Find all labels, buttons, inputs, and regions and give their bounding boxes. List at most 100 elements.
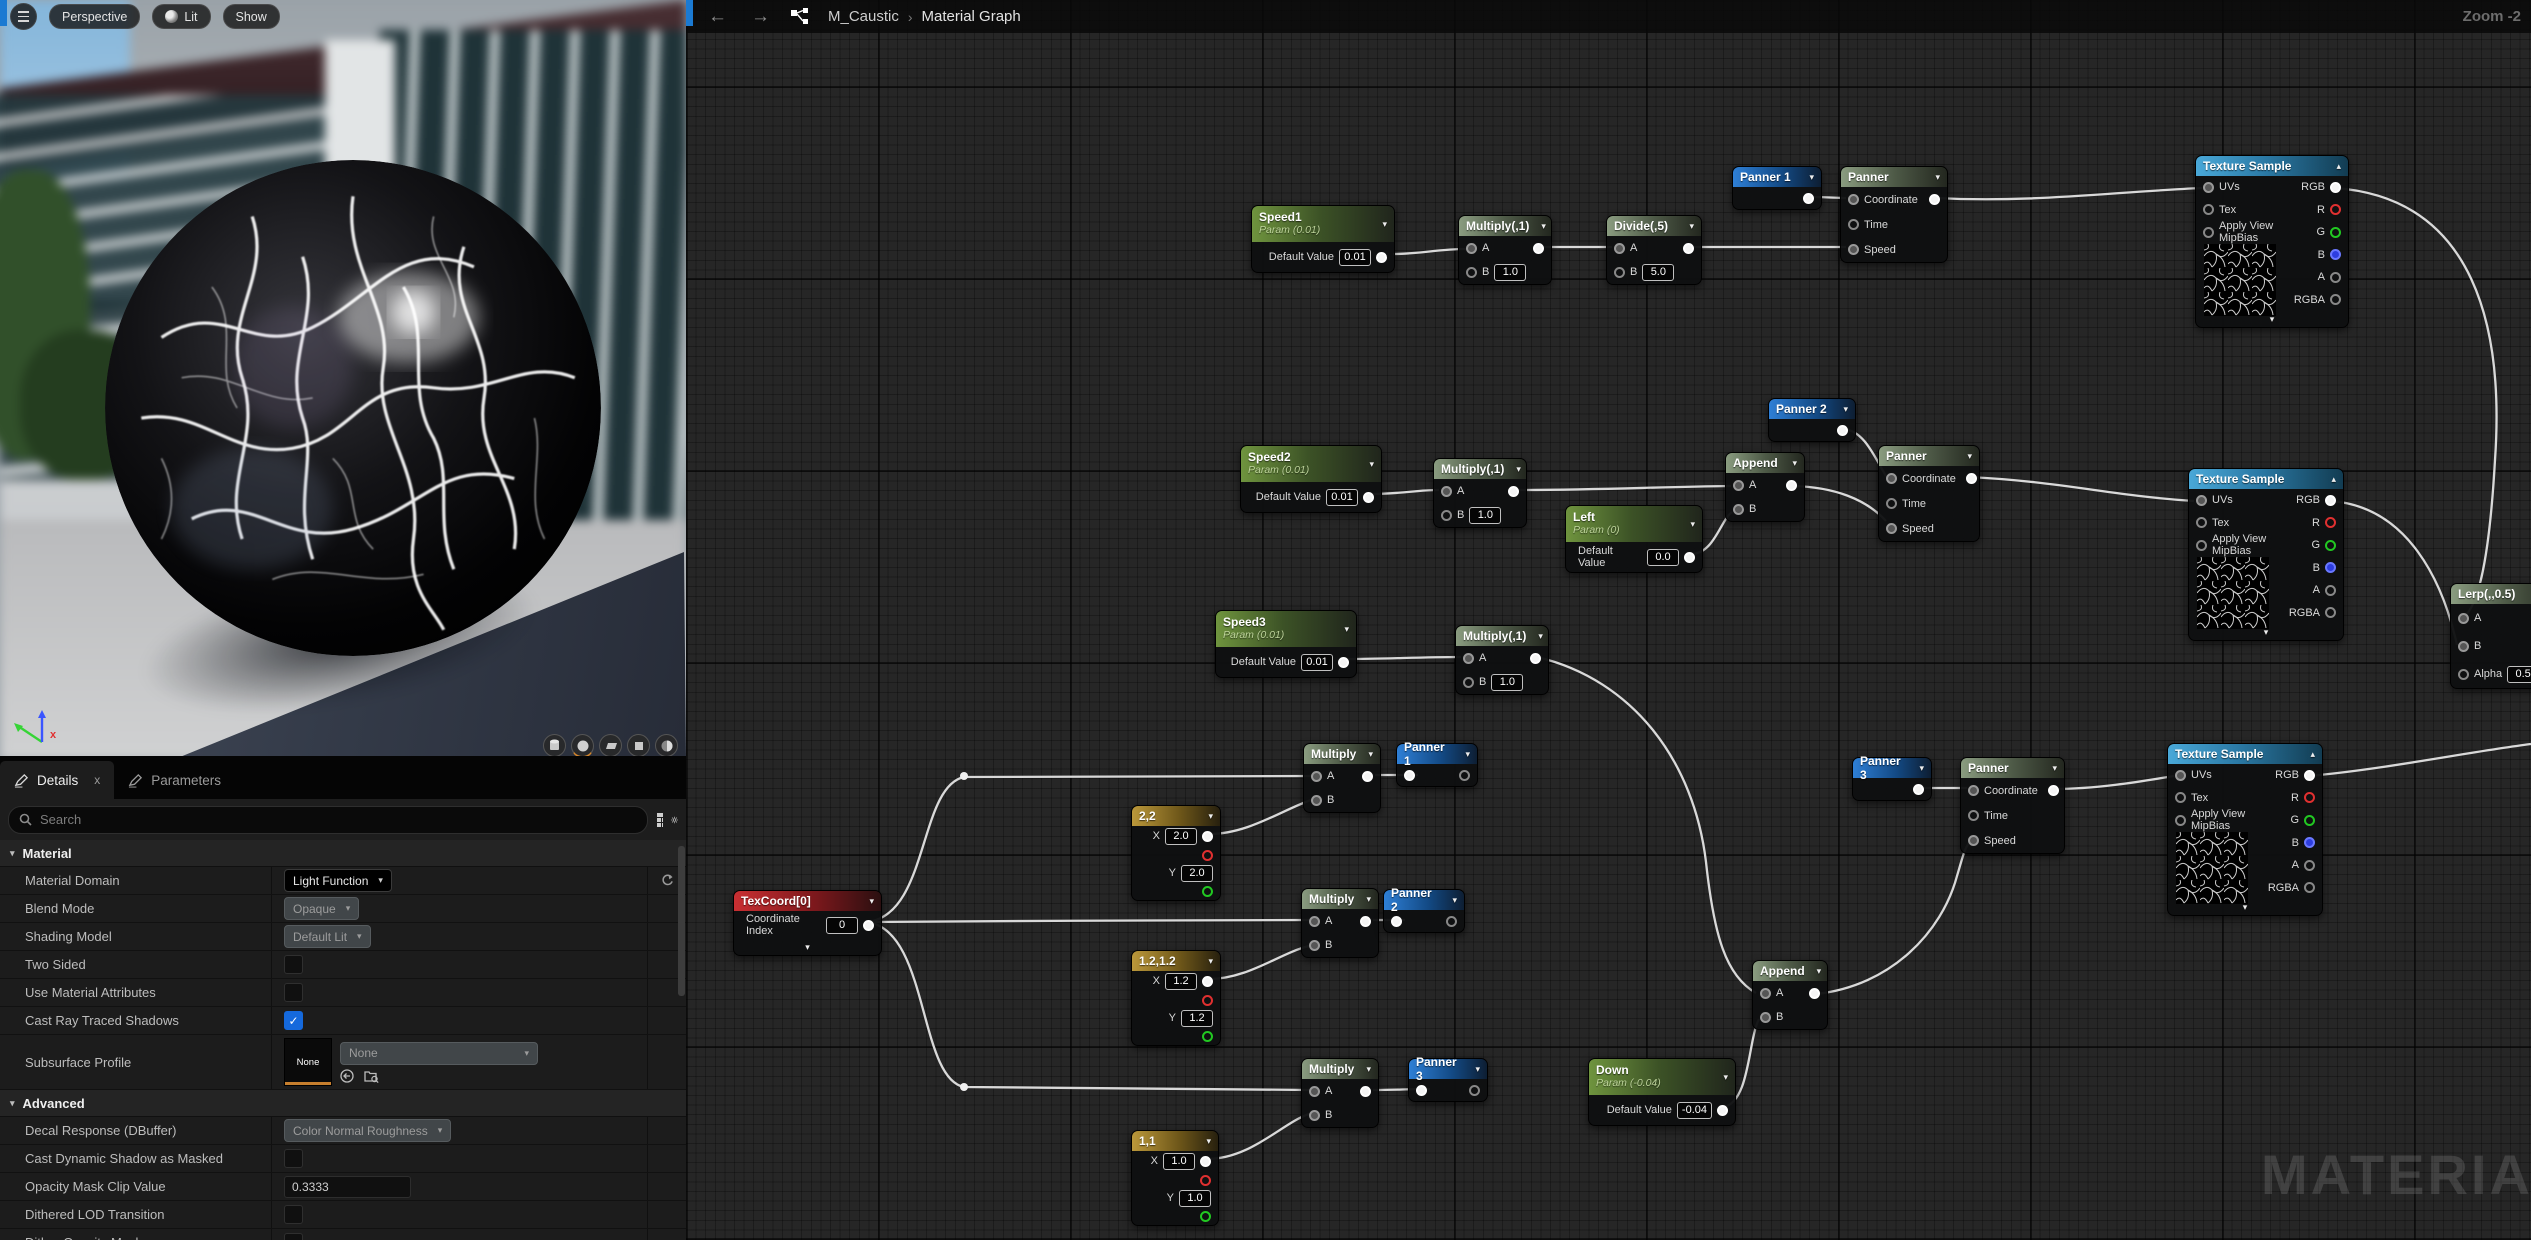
node-pan1u[interactable]: Panner 1▾ [1732, 166, 1822, 210]
dither-opacity-mask-checkbox[interactable] [284, 1233, 303, 1240]
output-pin[interactable] [1360, 916, 1371, 927]
input-pin-a[interactable] [2458, 613, 2469, 624]
input-pin-tex[interactable] [2203, 204, 2214, 215]
output-pin[interactable] [1469, 1085, 1480, 1096]
preview-sphere[interactable] [101, 156, 605, 660]
input-pin-a[interactable] [1311, 771, 1322, 782]
output-pin[interactable] [1363, 492, 1374, 503]
input-pin-tex[interactable] [2196, 517, 2207, 528]
viewport-menu-button[interactable] [10, 3, 37, 30]
close-icon[interactable]: x [94, 773, 100, 787]
input-pin-apply-view-mipbias[interactable] [2203, 227, 2214, 238]
node-app1[interactable]: Append▾AB [1725, 452, 1805, 522]
node-speed3[interactable]: Speed3Param (0.01)▾Default Value0.01 [1215, 610, 1357, 678]
output-pin[interactable] [1446, 916, 1457, 927]
output-pin[interactable] [1376, 252, 1387, 263]
default-value-box[interactable]: -0.04 [1677, 1102, 1712, 1119]
shading-model-dropdown[interactable]: Default Lit▾ [284, 925, 371, 948]
two-sided-checkbox[interactable] [284, 955, 303, 974]
input-pin-time[interactable] [1968, 810, 1979, 821]
input-pin-b[interactable] [1441, 510, 1452, 521]
section-material[interactable]: ▾ Material [0, 840, 686, 867]
output-pin-rgb[interactable] [2304, 770, 2315, 781]
output-pin-r[interactable] [2304, 792, 2315, 803]
forward-button[interactable]: → [751, 6, 770, 28]
input-pin[interactable] [1404, 770, 1415, 781]
input-pin-time[interactable] [1886, 498, 1897, 509]
output-pin-g[interactable] [1202, 1031, 1213, 1042]
input-pin-apply-view-mipbias[interactable] [2175, 815, 2186, 826]
output-pin[interactable] [1717, 1105, 1728, 1116]
subsurface-profile-thumbnail[interactable]: None [284, 1038, 332, 1086]
tab-details[interactable]: Details x [0, 761, 114, 799]
default-value-box[interactable]: 0.0 [1647, 549, 1679, 566]
node-left[interactable]: LeftParam (0)▾Default Value0.0 [1565, 505, 1703, 573]
node-ts3[interactable]: Texture Sample▴UVsRGBTexRApply View MipB… [2167, 743, 2323, 916]
input-pin-a[interactable] [1309, 1086, 1320, 1097]
input-pin-a[interactable] [1760, 988, 1771, 999]
output-pin[interactable] [1202, 976, 1213, 987]
plane-shape-button[interactable] [599, 734, 622, 756]
node-mul3[interactable]: Multiply(,1)▾AB1.0 [1455, 625, 1549, 695]
cylinder-shape-button[interactable] [543, 734, 566, 756]
node-mulB[interactable]: Multiply▾AB [1301, 888, 1379, 958]
node-c11[interactable]: 1,1▾X1.0Y1.0 [1131, 1130, 1219, 1226]
output-pin[interactable] [1929, 194, 1940, 205]
output-pin[interactable] [1200, 1156, 1211, 1167]
input-pin-time[interactable] [1848, 219, 1859, 230]
node-pan3u[interactable]: Panner 3▾ [1852, 757, 1932, 801]
search-input[interactable]: Search [8, 806, 648, 834]
node-pan2d[interactable]: Panner 2▾ [1383, 889, 1465, 933]
output-pin-r[interactable] [1200, 1175, 1211, 1186]
input-pin-coordinate[interactable] [1968, 785, 1979, 796]
input-pin-uvs[interactable] [2175, 770, 2186, 781]
output-pin[interactable] [1360, 1086, 1371, 1097]
output-pin[interactable] [1362, 771, 1373, 782]
input-pin-b[interactable] [2458, 641, 2469, 652]
node-texcoord[interactable]: TexCoord[0]▾Coordinate Index0▾ [733, 890, 882, 956]
node-mulA[interactable]: Multiply▾AB [1303, 743, 1381, 813]
x-value-box[interactable]: 1.2 [1165, 973, 1197, 990]
value-box[interactable]: 1.0 [1491, 674, 1523, 691]
node-ts1[interactable]: Texture Sample▴UVsRGBTexRApply View MipB… [2195, 155, 2349, 328]
output-pin-g[interactable] [1200, 1211, 1211, 1222]
input-pin-b[interactable] [1309, 940, 1320, 951]
use-material-attributes-checkbox[interactable] [284, 983, 303, 1002]
input-pin-a[interactable] [1441, 486, 1452, 497]
input-pin-tex[interactable] [2175, 792, 2186, 803]
input-pin-coordinate[interactable] [1848, 194, 1859, 205]
details-scrollbar[interactable] [678, 846, 685, 996]
output-pin-r[interactable] [1202, 850, 1213, 861]
output-pin[interactable] [1338, 657, 1349, 668]
node-ts2[interactable]: Texture Sample▴UVsRGBTexRApply View MipB… [2188, 468, 2344, 641]
perspective-button[interactable]: Perspective [49, 4, 140, 29]
y-value-box[interactable]: 1.0 [1179, 1190, 1211, 1207]
input-pin-b[interactable] [1311, 795, 1322, 806]
input-pin-speed[interactable] [1968, 835, 1979, 846]
value-box[interactable]: 1.0 [1469, 507, 1501, 524]
output-pin-r[interactable] [2330, 204, 2341, 215]
input-pin-apply-view-mipbias[interactable] [2196, 540, 2207, 551]
x-value-box[interactable]: 2.0 [1165, 828, 1197, 845]
section-advanced[interactable]: ▾ Advanced [0, 1090, 686, 1117]
default-value-box[interactable]: 0.01 [1301, 654, 1333, 671]
node-mul1[interactable]: Multiply(,1)▾AB1.0 [1458, 215, 1552, 285]
input-pin-b[interactable] [1614, 267, 1625, 278]
output-pin-r[interactable] [2325, 517, 2336, 528]
output-pin-r[interactable] [1202, 995, 1213, 1006]
input-pin[interactable] [1416, 1085, 1427, 1096]
output-pin[interactable] [1683, 243, 1694, 254]
material-domain-dropdown[interactable]: Light Function▾ [284, 869, 392, 892]
node-mul2[interactable]: Multiply(,1)▾AB1.0 [1433, 458, 1527, 528]
input-pin[interactable] [1391, 916, 1402, 927]
output-pin-a[interactable] [2330, 272, 2341, 283]
output-pin[interactable] [1803, 193, 1814, 204]
input-pin-a[interactable] [1463, 653, 1474, 664]
output-pin-b[interactable] [2304, 837, 2315, 848]
input-pin-a[interactable] [1309, 916, 1320, 927]
default-value-box[interactable]: 0.01 [1326, 489, 1358, 506]
sphere-shape-button[interactable] [571, 734, 594, 756]
output-pin[interactable] [2048, 785, 2059, 796]
output-pin[interactable] [1913, 784, 1924, 795]
output-pin[interactable] [1786, 480, 1797, 491]
